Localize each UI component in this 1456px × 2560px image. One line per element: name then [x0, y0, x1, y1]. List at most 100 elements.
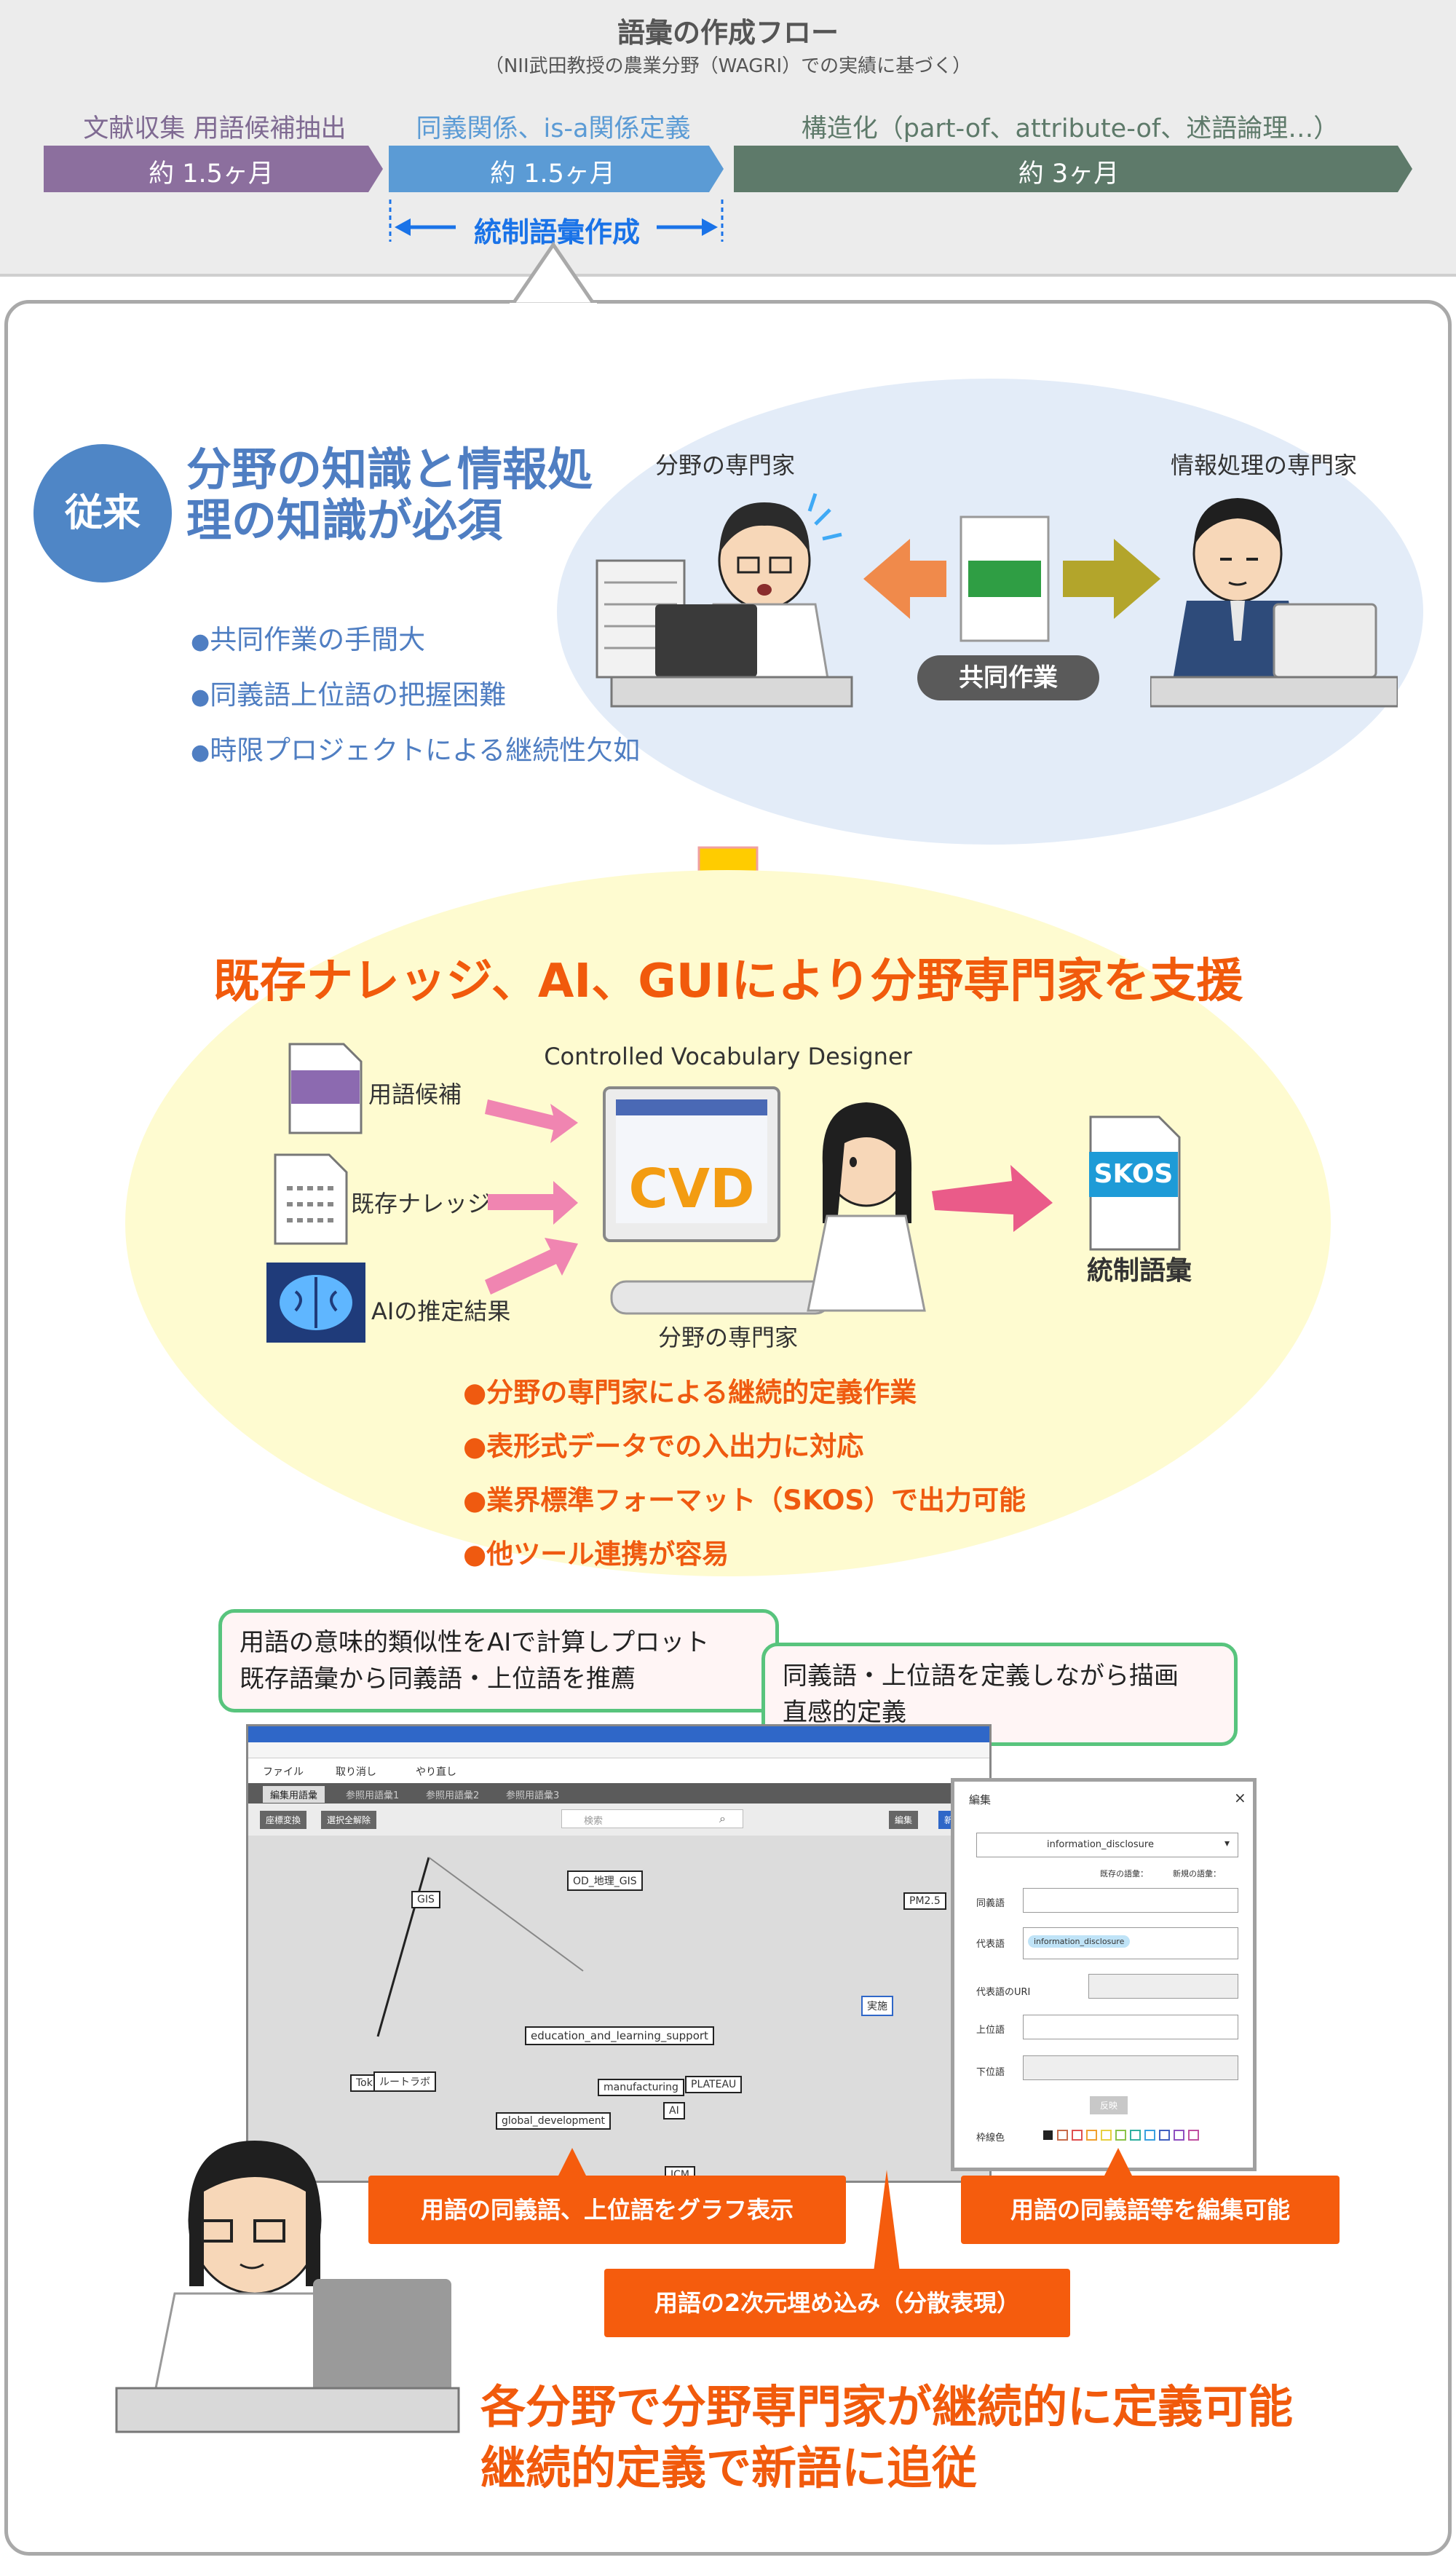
support-bullet-text: 分野の専門家による継続的定義作業	[486, 1377, 917, 1408]
final-line-2: 継続的定義で新語に追従	[480, 2441, 978, 2494]
support-bullets: ●分野の専門家による継続的定義作業 ●表形式データでの入出力に対応 ●業界標準フ…	[463, 1370, 1026, 1571]
callout-ai-plot-line: 用語の意味的類似性をAIで計算しプロット	[240, 1628, 710, 1657]
apply-button[interactable]: 反映	[1090, 2096, 1128, 2114]
browser-tab-bar	[248, 1726, 989, 1742]
support-bullet: ●業界標準フォーマット（SKOS）で出力可能	[463, 1485, 1026, 1516]
final-line-1: 各分野で分野専門家が継続的に定義可能	[480, 2380, 1294, 2433]
collab-exchange	[863, 515, 1160, 642]
gui-search-input[interactable]: 検索 ⌕	[561, 1809, 743, 1828]
conventional-bullet: ●時限プロジェクトによる継続性欠如	[191, 735, 641, 766]
deselect-all-button[interactable]: 選択全解除	[321, 1811, 377, 1829]
broader-label: 上位語	[976, 2025, 1005, 2036]
flow-subtitle: （NII武田教授の農業分野（WAGRI）での実績に基づく）	[484, 55, 972, 77]
panel-notch	[510, 241, 597, 307]
coord-transform-button[interactable]: 座標変換	[260, 1811, 307, 1829]
callout-ai-plot-line: 既存語彙から同義語・上位語を推薦	[240, 1664, 636, 1694]
support-bullet: ●表形式データでの入出力に対応	[463, 1431, 864, 1462]
term-select[interactable]: information_disclosure ▾	[976, 1833, 1238, 1857]
support-bullet-text: 他ツール連携が容易	[486, 1538, 729, 1570]
graph-node[interactable]: AI	[663, 2102, 685, 2119]
input-term-candidates: 用語候補	[368, 1081, 462, 1108]
edit-button[interactable]: 編集	[889, 1811, 919, 1829]
preferred-uri-label: 代表語のURI	[976, 1987, 1031, 1998]
ai-brain-icon	[266, 1263, 365, 1343]
graph-node[interactable]: manufacturing	[598, 2079, 684, 2096]
conventional-badge: 従来	[33, 444, 172, 582]
tab-ref-vocab-3[interactable]: 参照用語彙3	[506, 1787, 559, 1801]
edit-panel: 編集 × information_disclosure ▾ 既存の語彙： 新規の…	[951, 1778, 1257, 2171]
synonym-field[interactable]	[1023, 1888, 1238, 1913]
feature-embedding: 用語の2次元埋め込み（分散表現）	[604, 2269, 1070, 2337]
bottom-expert-illustration	[115, 2141, 460, 2433]
feature-editable: 用語の同義語等を編集可能	[961, 2176, 1340, 2244]
gui-toolbar: 座標変換 選択全解除 検索 ⌕ 編集 新規登録	[248, 1804, 989, 1836]
menu-undo[interactable]: 取り消し	[336, 1764, 376, 1779]
menu-file[interactable]: ファイル	[263, 1764, 304, 1779]
input-arrows	[485, 1099, 578, 1295]
support-bullet: ●分野の専門家による継続的定義作業	[463, 1377, 917, 1408]
graph-node[interactable]: education_and_learning_support	[525, 2026, 714, 2045]
preferred-field[interactable]: information_disclosure	[1023, 1927, 1238, 1959]
collab-label: 共同作業	[917, 655, 1099, 700]
phase-3-duration: 約 3ヶ月	[1018, 159, 1120, 189]
tool-name: Controlled Vocabulary Designer	[544, 1043, 912, 1070]
cvd-logo: CVD	[628, 1158, 755, 1220]
tab-ref-vocab-1[interactable]: 参照用語彙1	[346, 1787, 399, 1801]
callout-define-line: 同義語・上位語を定義しながら描画	[783, 1662, 1179, 1691]
final-statement: 各分野で分野専門家が継続的に定義可能 継続的定義で新語に追従	[480, 2377, 1427, 2499]
conventional-bullet: ●共同作業の手間大	[191, 624, 426, 655]
preferred-label: 代表語	[976, 1939, 1005, 1950]
broader-field[interactable]	[1023, 2015, 1238, 2039]
graph-node[interactable]: GIS	[411, 1891, 440, 1908]
graph-node[interactable]: global_development	[496, 2112, 612, 2130]
legend-new: 新規の語彙：	[1173, 1869, 1221, 1878]
close-icon[interactable]: ×	[1234, 1789, 1246, 1806]
conventional-bullet-text: 時限プロジェクトによる継続性欠如	[210, 735, 641, 766]
graph-node[interactable]: 実施	[861, 1996, 893, 2016]
gui-menu-bar: ファイル 取り消し やり直し	[248, 1758, 989, 1783]
menu-redo[interactable]: やり直し	[416, 1764, 456, 1779]
support-bullet-text: 表形式データでの入出力に対応	[486, 1431, 864, 1462]
support-headline: 既存ナレッジ、AI、GUIにより分野専門家を支援	[213, 955, 1243, 1008]
legend-existing: 既存の語彙：	[1100, 1869, 1148, 1878]
chevron-down-icon: ▾	[1224, 1838, 1230, 1849]
flow-band: 語彙の作成フロー （NII武田教授の農業分野（WAGRI）での実績に基づく） 文…	[0, 0, 1456, 277]
conventional-bullet-text: 共同作業の手間大	[210, 624, 426, 655]
flow-title: 語彙の作成フロー	[617, 17, 839, 49]
edit-panel-title: 編集	[969, 1793, 992, 1806]
output-arrow	[932, 1165, 1053, 1232]
stressed-expert-illustration	[596, 493, 853, 708]
conventional-bullet: ●同義語上位語の把握困難	[191, 679, 507, 711]
search-placeholder: 検索	[584, 1816, 604, 1827]
phase-1-label: 文献収集 用語候補抽出	[83, 114, 347, 143]
narrower-label: 下位語	[976, 2067, 1005, 2078]
support-bullet: ●他ツール連携が容易	[463, 1538, 729, 1570]
browser-address-bar	[248, 1742, 989, 1758]
conventional-bullets: ●共同作業の手間大 ●同義語上位語の把握困難 ●時限プロジェクトによる継続性欠如	[191, 617, 640, 767]
it-expert-illustration	[1150, 498, 1398, 708]
graph-node[interactable]: PLATEAU	[685, 2076, 743, 2093]
synonym-label: 同義語	[976, 1898, 1005, 1909]
term-candidate-doc-icon	[288, 1043, 363, 1134]
support-bullet-text: 業界標準フォーマット（SKOS）で出力可能	[486, 1485, 1026, 1516]
callout-ai-plot: 用語の意味的類似性をAIで計算しプロット 既存語彙から同義語・上位語を推薦	[218, 1609, 779, 1712]
phase-2-duration: 約 1.5ヶ月	[490, 159, 615, 189]
tab-ref-vocab-2[interactable]: 参照用語彙2	[426, 1787, 479, 1801]
support-domain-expert-label: 分野の専門家	[657, 1324, 798, 1351]
controlled-vocab-label: 統制語彙	[1086, 1256, 1192, 1286]
conventional-bullet-text: 同義語上位語の把握困難	[210, 679, 507, 711]
phase-1-duration: 約 1.5ヶ月	[149, 159, 274, 189]
preferred-uri-field[interactable]	[1088, 1974, 1238, 1999]
tab-edit-vocab[interactable]: 編集用語彙	[263, 1786, 325, 1803]
search-icon: ⌕	[719, 1812, 726, 1825]
graph-node[interactable]: PM2.5	[903, 1892, 946, 1910]
term-select-value: information_disclosure	[1047, 1839, 1154, 1850]
graph-node[interactable]: OD_地理_GIS	[567, 1870, 643, 1891]
narrower-field[interactable]	[1023, 2055, 1238, 2080]
phase-3-label: 構造化（part-of、attribute-of、述語論理…）	[801, 114, 1340, 143]
phase-2-label: 同義関係、is-a関係定義	[416, 114, 691, 143]
skos-badge: SKOS	[1089, 1152, 1178, 1197]
knowledge-doc-icon	[274, 1153, 348, 1245]
preferred-tag[interactable]: information_disclosure	[1028, 1935, 1131, 1948]
graph-node[interactable]: ルートラボ	[373, 2071, 436, 2092]
